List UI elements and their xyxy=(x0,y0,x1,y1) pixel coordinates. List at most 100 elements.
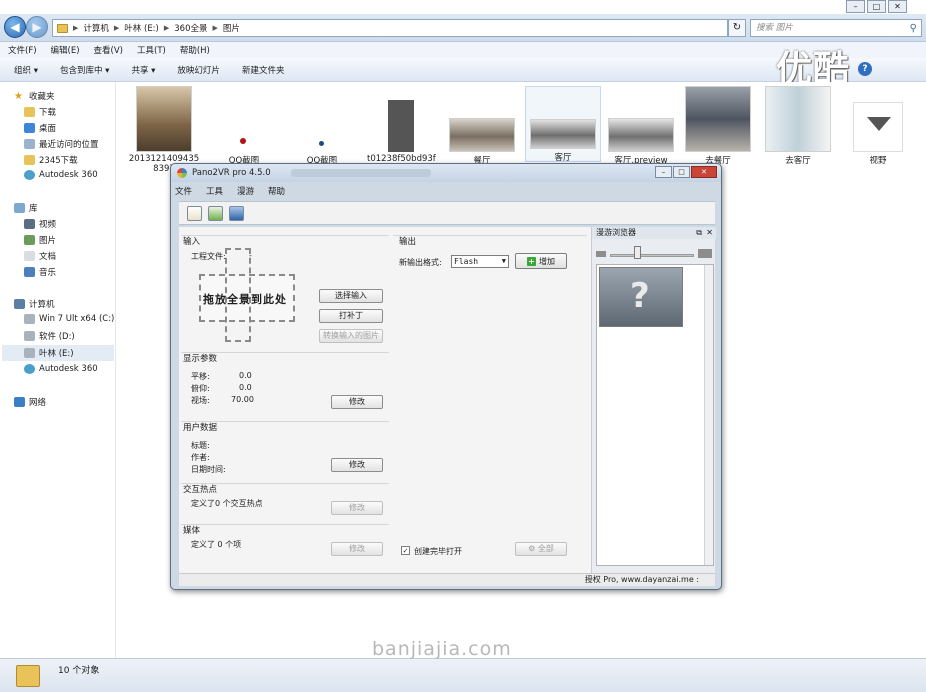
library-icon xyxy=(14,203,25,213)
file-item[interactable]: 客厅.preview xyxy=(603,118,679,166)
drive-icon xyxy=(24,331,35,341)
include-in-library-button[interactable]: 包含到库中 ▾ xyxy=(60,64,109,76)
file-item-selected[interactable]: 客厅 xyxy=(525,86,601,163)
network-icon xyxy=(14,397,25,407)
tour-node-list[interactable]: ? xyxy=(596,264,714,566)
document-icon xyxy=(24,251,35,261)
nav-2345-downloads[interactable]: 2345下载 xyxy=(24,154,78,166)
nav-downloads[interactable]: 下载 xyxy=(24,106,56,118)
close-button[interactable]: ✕ xyxy=(691,166,717,178)
open-after-create-checkbox[interactable]: ✓ xyxy=(401,546,410,555)
float-icon[interactable]: ⧉ xyxy=(696,227,702,239)
music-icon xyxy=(24,267,35,277)
nav-drive-c[interactable]: Win 7 Ult x64 (C:) xyxy=(24,314,114,324)
format-select[interactable]: Flash ▼ xyxy=(451,255,509,268)
panorama-node-thumbnail[interactable]: ? xyxy=(599,267,683,327)
address-bar[interactable]: ▶ 计算机 ▶ 叶林 (E:) ▶ 360全景 ▶ 图片 xyxy=(52,19,728,37)
menu-edit[interactable]: 编辑(E) xyxy=(51,44,80,56)
breadcrumb-computer[interactable]: 计算机 xyxy=(83,22,109,34)
file-item[interactable]: QQ截图 xyxy=(215,86,273,166)
maximize-button[interactable]: □ xyxy=(867,0,886,13)
breadcrumb-folder[interactable]: 360全景 xyxy=(174,22,207,34)
title-label: 标题: xyxy=(191,441,210,450)
nav-recent[interactable]: 最近访问的位置 xyxy=(24,138,99,150)
nav-desktop[interactable]: 桌面 xyxy=(24,122,56,134)
star-icon: ★ xyxy=(14,90,23,102)
menu-help[interactable]: 帮助(H) xyxy=(180,44,210,56)
file-item[interactable]: 去餐厅 xyxy=(683,86,753,166)
new-folder-button[interactable]: 新建文件夹 xyxy=(242,64,285,76)
title-bar[interactable]: Pano2VR pro 4.5.0 – □ ✕ xyxy=(171,164,721,182)
breadcrumb-current[interactable]: 图片 xyxy=(223,22,240,34)
menu-file[interactable]: 文件 xyxy=(175,185,192,197)
nav-videos[interactable]: 视频 xyxy=(24,218,56,230)
new-project-icon[interactable] xyxy=(187,206,202,221)
search-icon[interactable]: ⚲ xyxy=(910,21,917,37)
slider-handle[interactable] xyxy=(634,246,641,259)
nav-autodesk-360[interactable]: Autodesk 360 xyxy=(24,170,98,180)
help-icon[interactable]: ? xyxy=(858,62,872,76)
modify-media-button[interactable]: 修改 xyxy=(331,542,383,556)
nav-computer[interactable]: 计算机 xyxy=(14,298,55,310)
nav-libraries[interactable]: 库 xyxy=(14,202,38,214)
image-thumbnail xyxy=(530,119,596,149)
pan-label: 平移: xyxy=(191,372,210,381)
nav-drive-e[interactable]: 叶林 (E:) xyxy=(2,345,114,361)
tour-browser-header: 漫游浏览器 ⧉ ✕ xyxy=(592,227,716,239)
blurred-title xyxy=(291,169,431,177)
panorama-drop-zone[interactable]: 拖放全景到此处 xyxy=(199,248,295,342)
nav-music[interactable]: 音乐 xyxy=(24,266,56,278)
save-icon[interactable] xyxy=(229,206,244,221)
video-icon xyxy=(24,219,35,229)
share-button[interactable]: 共享 ▾ xyxy=(131,64,155,76)
menu-tour[interactable]: 漫游 xyxy=(237,185,254,197)
select-input-button[interactable]: 选择输入 xyxy=(319,289,383,303)
add-output-button[interactable]: + 增加 xyxy=(515,253,567,269)
thumbnail-size-slider[interactable] xyxy=(610,254,694,257)
file-item[interactable]: t01238f50bd93f xyxy=(367,100,436,164)
scrollbar[interactable] xyxy=(704,265,713,565)
nav-drive-d[interactable]: 软件 (D:) xyxy=(24,330,75,342)
build-all-button[interactable]: ⚙ 全部 xyxy=(515,542,567,556)
slideshow-button[interactable]: 放映幻灯片 xyxy=(177,64,220,76)
nav-documents[interactable]: 文档 xyxy=(24,250,56,262)
maximize-button[interactable]: □ xyxy=(673,166,690,178)
file-item[interactable]: 视野 xyxy=(843,102,913,166)
fov-label: 视场: xyxy=(191,396,210,405)
modify-hotspots-button[interactable]: 修改 xyxy=(331,501,383,515)
nav-autodesk-360-drive[interactable]: Autodesk 360 xyxy=(24,364,98,374)
menu-tools[interactable]: 工具 xyxy=(206,185,223,197)
menu-tools[interactable]: 工具(T) xyxy=(137,44,166,56)
refresh-button[interactable]: ↻ xyxy=(728,19,746,37)
minimize-button[interactable]: – xyxy=(655,166,672,178)
organize-button[interactable]: 组织 ▾ xyxy=(14,64,38,76)
modify-userdata-button[interactable]: 修改 xyxy=(331,458,383,472)
search-input[interactable]: 搜索 图片 ⚲ xyxy=(750,19,922,37)
nav-pictures[interactable]: 图片 xyxy=(24,234,56,246)
input-group-title: 输入 xyxy=(183,237,201,247)
breadcrumb-drive[interactable]: 叶林 (E:) xyxy=(124,22,159,34)
close-button[interactable]: ✕ xyxy=(888,0,907,13)
open-project-icon[interactable] xyxy=(208,206,223,221)
close-icon[interactable]: ✕ xyxy=(706,227,713,239)
modify-display-button[interactable]: 修改 xyxy=(331,395,383,409)
menu-help[interactable]: 帮助 xyxy=(268,185,285,197)
nav-favorites[interactable]: ★ 收藏夹 xyxy=(14,90,55,103)
file-item[interactable]: QQ截图 xyxy=(293,86,351,166)
patch-button[interactable]: 打补丁 xyxy=(319,309,383,323)
convert-input-button[interactable]: 转换输入的图片 xyxy=(319,329,383,343)
minimize-button[interactable]: – xyxy=(846,0,865,13)
nav-network[interactable]: 网络 xyxy=(14,396,46,408)
search-placeholder: 搜索 图片 xyxy=(756,23,793,33)
computer-icon xyxy=(14,299,25,309)
file-item[interactable]: 去客厅 xyxy=(763,86,833,166)
item-count: 10 个对象 xyxy=(58,666,100,676)
forward-button[interactable]: ▶ xyxy=(26,16,48,38)
display-params-title: 显示参数 xyxy=(183,354,218,364)
file-item[interactable]: 餐厅 xyxy=(447,118,517,166)
back-button[interactable]: ◀ xyxy=(4,16,26,38)
file-item[interactable]: 2013121409435 8397 xyxy=(127,86,201,174)
image-thumbnail xyxy=(685,86,751,152)
menu-file[interactable]: 文件(F) xyxy=(8,44,37,56)
menu-view[interactable]: 查看(V) xyxy=(94,44,123,56)
